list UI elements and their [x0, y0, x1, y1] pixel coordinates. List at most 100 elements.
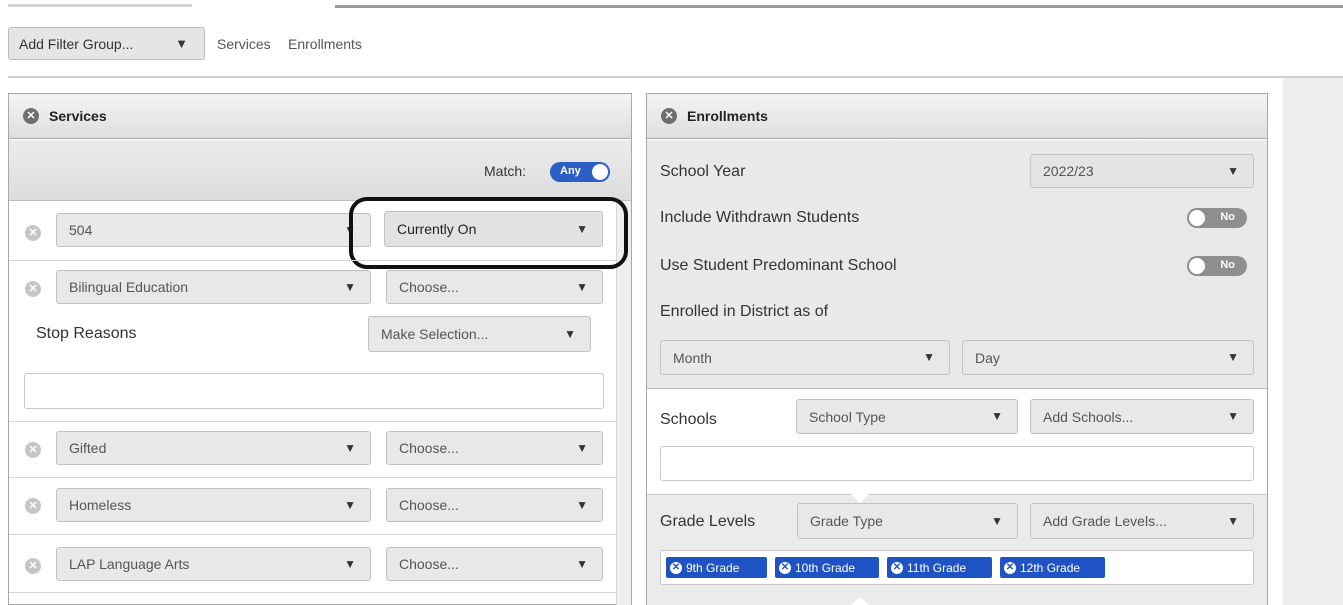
- stop-reasons-select[interactable]: Make Selection... ▼: [368, 316, 591, 352]
- grade-chip-10[interactable]: ✕ 10th Grade: [775, 557, 879, 578]
- remove-row-icon[interactable]: ✕: [25, 498, 41, 514]
- stop-reasons-input[interactable]: [24, 373, 604, 409]
- section-notch: [851, 494, 869, 503]
- service-select-label: 504: [69, 222, 93, 238]
- grade-chip-label: 10th Grade: [795, 560, 856, 575]
- service-select-label: Homeless: [69, 497, 132, 513]
- service-select-504[interactable]: 504 ▼: [56, 213, 371, 247]
- day-select-label: Day: [975, 349, 1000, 366]
- row-divider: [9, 534, 616, 535]
- remove-row-icon[interactable]: ✕: [25, 558, 41, 574]
- enrolled-as-of-label: Enrolled in District as of: [660, 303, 829, 320]
- dropdown-arrow-icon: ▼: [576, 280, 588, 294]
- school-type-select-label: School Type: [809, 408, 886, 425]
- grade-chip-9[interactable]: ✕ 9th Grade: [666, 557, 767, 578]
- include-withdrawn-toggle-label: No: [1220, 211, 1235, 223]
- dropdown-arrow-icon: ▼: [1227, 514, 1239, 528]
- grade-type-select-label: Grade Type: [810, 513, 883, 529]
- remove-chip-icon[interactable]: ✕: [670, 561, 682, 574]
- right-gutter: [1283, 78, 1343, 605]
- dropdown-arrow-icon: ▼: [344, 498, 356, 512]
- services-link[interactable]: Services: [217, 36, 271, 52]
- highlight-callout: [349, 197, 628, 269]
- school-year-value: 2022/23: [1043, 163, 1094, 179]
- close-icon[interactable]: ✕: [661, 108, 677, 124]
- dropdown-arrow-icon: ▼: [1227, 409, 1239, 423]
- school-year-label: School Year: [660, 163, 746, 180]
- toggle-knob: [1189, 210, 1205, 226]
- status-select-bilingual[interactable]: Choose... ▼: [386, 270, 603, 304]
- add-grade-levels-select-label: Add Grade Levels...: [1043, 513, 1167, 529]
- schools-input[interactable]: [660, 446, 1254, 481]
- close-icon[interactable]: ✕: [23, 108, 39, 124]
- month-select-label: Month: [673, 349, 712, 366]
- services-panel-header: ✕ Services: [9, 94, 631, 139]
- grade-chip-label: 12th Grade: [1020, 560, 1081, 575]
- enrollments-panel-header: ✕ Enrollments: [647, 94, 1267, 139]
- service-select-label: Gifted: [69, 440, 107, 456]
- add-schools-select[interactable]: Add Schools... ▼: [1030, 399, 1254, 434]
- remove-row-icon[interactable]: ✕: [25, 225, 41, 241]
- day-select[interactable]: Day ▼: [962, 340, 1254, 375]
- stop-reasons-select-label: Make Selection...: [381, 326, 489, 342]
- enrollments-link[interactable]: Enrollments: [288, 36, 362, 52]
- school-year-select[interactable]: 2022/23 ▼: [1030, 154, 1254, 188]
- grade-levels-label: Grade Levels: [660, 513, 756, 530]
- grade-chip-label: 9th Grade: [686, 560, 740, 575]
- dropdown-arrow-icon: ▼: [991, 514, 1003, 528]
- status-select-label: Choose...: [399, 556, 459, 572]
- remove-chip-icon[interactable]: ✕: [891, 561, 903, 574]
- grade-type-select[interactable]: Grade Type ▼: [797, 503, 1018, 539]
- dropdown-arrow-icon: ▼: [344, 441, 356, 455]
- status-select-homeless[interactable]: Choose... ▼: [386, 488, 603, 522]
- grade-chip-12[interactable]: ✕ 12th Grade: [1000, 557, 1105, 578]
- include-withdrawn-label: Include Withdrawn Students: [660, 209, 860, 226]
- status-select-label: Choose...: [399, 440, 459, 456]
- services-panel-title: Services: [49, 108, 107, 124]
- divider: [8, 76, 1343, 78]
- match-label: Match:: [484, 163, 527, 179]
- month-select[interactable]: Month ▼: [660, 340, 950, 375]
- dropdown-arrow-icon: ▼: [1227, 164, 1239, 178]
- stop-reasons-label: Stop Reasons: [36, 325, 137, 342]
- add-schools-select-label: Add Schools...: [1043, 408, 1134, 425]
- row-divider: [9, 592, 616, 593]
- match-toggle[interactable]: Any: [550, 162, 610, 182]
- grade-chip-11[interactable]: ✕ 11th Grade: [887, 557, 992, 578]
- include-withdrawn-toggle[interactable]: No: [1187, 208, 1247, 228]
- toggle-knob: [592, 164, 608, 180]
- dropdown-arrow-icon: ▼: [1227, 350, 1239, 364]
- toggle-knob: [1189, 258, 1205, 274]
- dropdown-arrow-icon: ▼: [991, 409, 1003, 423]
- grade-chip-label: 11th Grade: [907, 560, 967, 575]
- remove-chip-icon[interactable]: ✕: [779, 561, 791, 574]
- row-divider: [9, 421, 616, 422]
- enrollments-panel-title: Enrollments: [687, 108, 768, 124]
- schools-label: Schools: [660, 411, 717, 428]
- service-select-homeless[interactable]: Homeless ▼: [56, 488, 371, 522]
- predominant-school-label: Use Student Predominant School: [660, 257, 897, 274]
- add-filter-group-label: Add Filter Group...: [19, 35, 134, 52]
- dropdown-arrow-icon: ▼: [344, 280, 356, 294]
- dropdown-arrow-icon: ▼: [576, 441, 588, 455]
- service-select-label: Bilingual Education: [69, 279, 189, 295]
- remove-row-icon[interactable]: ✕: [25, 442, 41, 458]
- remove-chip-icon[interactable]: ✕: [1004, 561, 1016, 574]
- service-select-gifted[interactable]: Gifted ▼: [56, 431, 371, 465]
- tab-strip-right: [335, 5, 1343, 8]
- school-type-select[interactable]: School Type ▼: [796, 399, 1018, 434]
- dropdown-arrow-icon: ▼: [175, 36, 188, 51]
- add-grade-levels-select[interactable]: Add Grade Levels... ▼: [1030, 503, 1254, 539]
- remove-row-icon[interactable]: ✕: [25, 281, 41, 297]
- add-filter-group-button[interactable]: Add Filter Group... ▼: [8, 27, 205, 60]
- predominant-school-toggle[interactable]: No: [1187, 256, 1247, 276]
- service-select-bilingual[interactable]: Bilingual Education ▼: [56, 270, 371, 304]
- service-select-lap[interactable]: LAP Language Arts ▼: [56, 547, 371, 581]
- status-select-label: Choose...: [399, 279, 459, 295]
- service-select-label: LAP Language Arts: [69, 556, 190, 572]
- dropdown-arrow-icon: ▼: [576, 557, 588, 571]
- status-select-gifted[interactable]: Choose... ▼: [386, 431, 603, 465]
- dropdown-arrow-icon: ▼: [576, 498, 588, 512]
- dropdown-arrow-icon: ▼: [923, 350, 935, 364]
- status-select-lap[interactable]: Choose... ▼: [386, 547, 603, 581]
